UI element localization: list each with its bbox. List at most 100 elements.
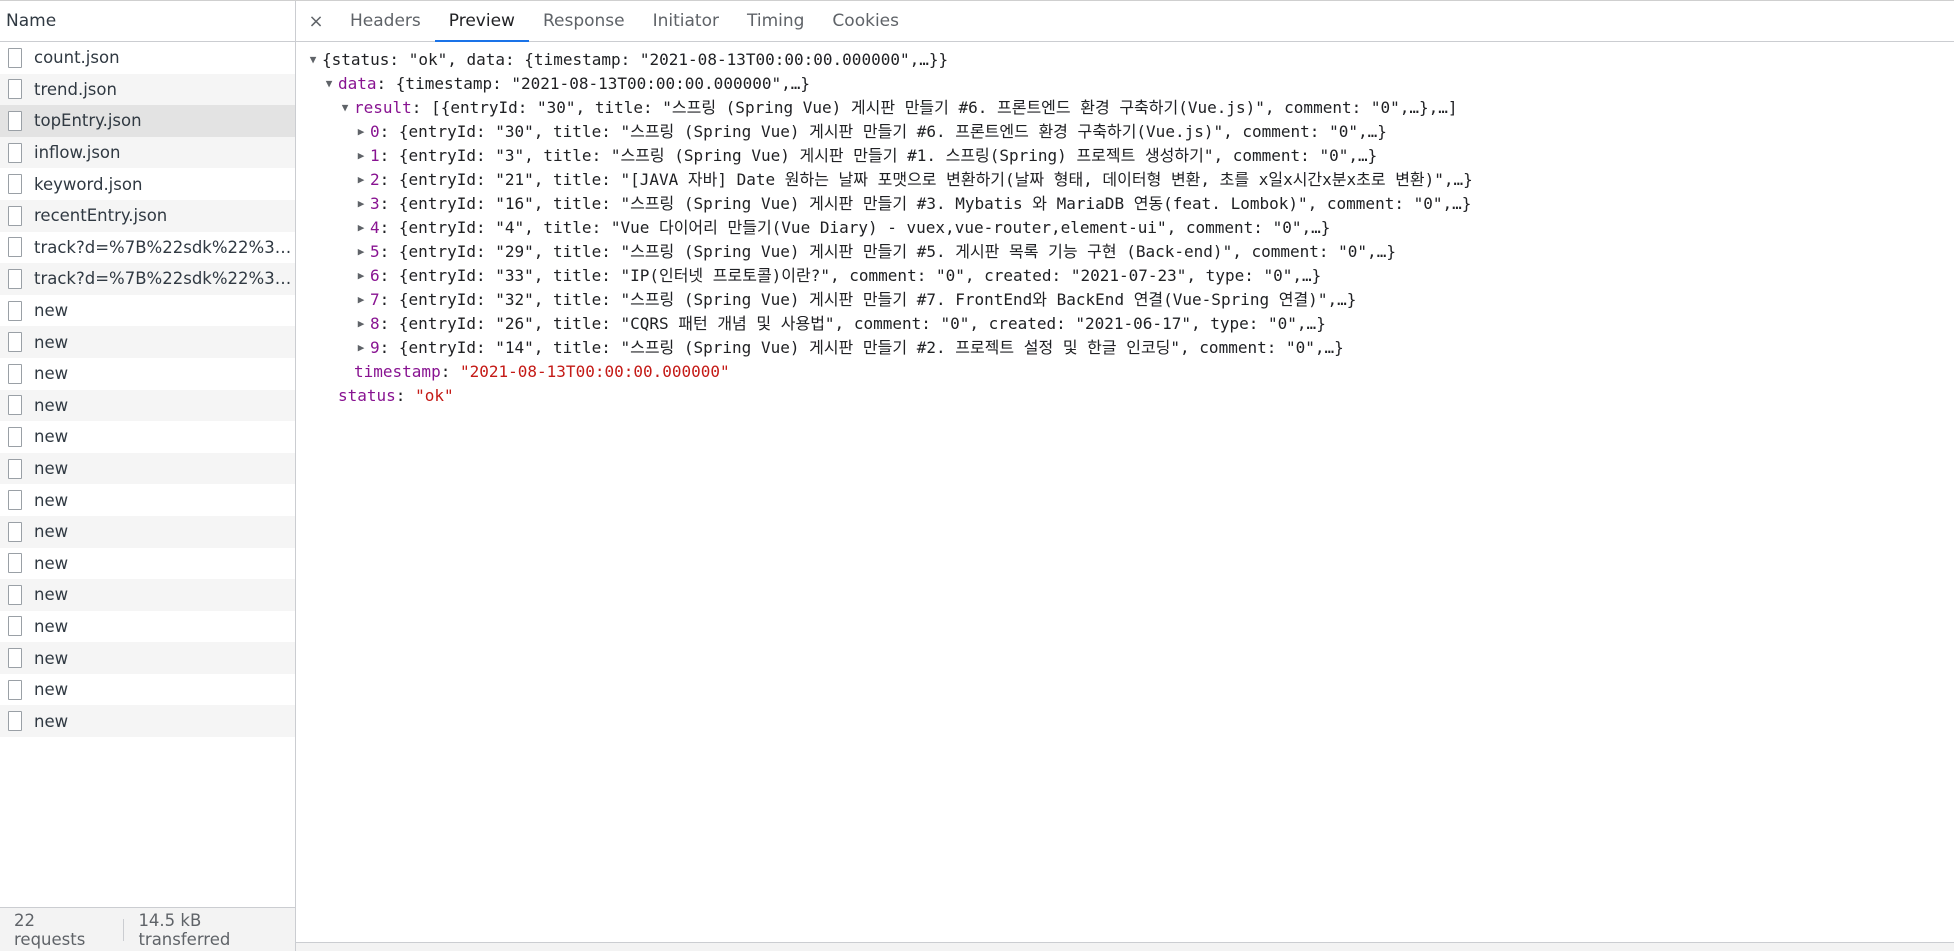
json-result-item[interactable]: ▶ 9: {entryId: "14", title: "스프링 (Spring … [296,336,1954,360]
document-icon [8,47,22,68]
tab-headers[interactable]: Headers [336,1,435,41]
json-key: status [338,386,396,405]
request-row[interactable]: count.json [0,42,295,74]
expanded-triangle-icon[interactable]: ▼ [338,96,352,120]
request-row[interactable]: new [0,326,295,358]
json-result-node[interactable]: ▼ result: [{entryId: "30", title: "스프링 (… [296,96,1954,120]
colon: : [379,122,399,141]
request-name: new [34,680,69,700]
request-row[interactable]: new [0,389,295,422]
json-result-item[interactable]: ▶ 5: {entryId: "29", title: "스프링 (Spring … [296,240,1954,264]
request-name: new [34,648,69,668]
json-result-item[interactable]: ▶ 3: {entryId: "16", title: "스프링 (Spring … [296,192,1954,216]
request-row[interactable]: new [0,484,295,516]
request-row[interactable]: new [0,579,295,611]
request-name: keyword.json [34,174,143,194]
json-result-item[interactable]: ▶ 1: {entryId: "3", title: "스프링 (Spring V… [296,144,1954,168]
json-key: result [354,98,412,117]
devtools-network-panel: Name count.json trend.json topEntry.json in… [0,0,1954,951]
request-details-panel: × Headers Preview Response Initiator Timing C… [296,1,1954,951]
json-preview: ▼ {status: "ok", data: {timestamp: "2021… [296,42,1954,951]
request-list-panel: Name count.json trend.json topEntry.json in… [0,1,296,951]
request-name: track?d=%7B%22sdk%22%3A... [34,269,292,289]
json-index: 1 [370,146,380,165]
tab-cookies[interactable]: Cookies [818,1,913,41]
document-icon [8,426,22,447]
json-root-node[interactable]: ▼ {status: "ok", data: {timestamp: "2021… [296,48,1954,72]
request-name: new [34,490,69,510]
request-name: count.json [34,48,120,68]
request-name: new [34,616,69,636]
tab-preview[interactable]: Preview [434,1,530,42]
json-key: timestamp [354,362,441,381]
tab-response[interactable]: Response [529,1,639,41]
json-item-summary: {entryId: "14", title: "스프링 (Spring Vue)… [398,338,1344,357]
collapsed-triangle-icon[interactable]: ▶ [354,240,368,264]
json-item-summary: {entryId: "32", title: "스프링 (Spring Vue)… [398,290,1357,309]
request-row[interactable]: new [0,295,295,327]
json-result-item[interactable]: ▶ 4: {entryId: "4", title: "Vue 다이어리 만들기(… [296,216,1954,240]
json-data-summary: {timestamp: "2021-08-13T00:00:00.000000"… [395,74,811,93]
request-row[interactable]: new [0,452,295,485]
expanded-triangle-icon[interactable]: ▼ [306,48,320,72]
request-name: new [34,522,69,542]
json-result-item[interactable]: ▶ 7: {entryId: "32", title: "스프링 (Spring … [296,288,1954,312]
collapsed-triangle-icon[interactable]: ▶ [354,264,368,288]
collapsed-triangle-icon[interactable]: ▶ [354,336,368,360]
collapsed-triangle-icon[interactable]: ▶ [354,192,368,216]
request-row[interactable]: trend.json [0,73,295,106]
request-row[interactable]: recentEntry.json [0,199,295,232]
request-row[interactable]: new [0,548,295,580]
json-index: 8 [370,314,380,333]
request-name: new [34,711,69,731]
json-key: data [338,74,377,93]
json-root-summary: {status: "ok", data: {timestamp: "2021-0… [322,50,949,69]
json-result-item[interactable]: ▶ 0: {entryId: "30", title: "스프링 (Spring … [296,120,1954,144]
json-data-node[interactable]: ▼ data: {timestamp: "2021-08-13T00:00:00… [296,72,1954,96]
request-row[interactable]: new [0,515,295,548]
json-timestamp-node: timestamp: "2021-08-13T00:00:00.000000" [296,360,1954,384]
collapsed-triangle-icon[interactable]: ▶ [354,144,368,168]
details-tab-bar: × Headers Preview Response Initiator Timing C… [296,1,1954,42]
request-row[interactable]: topEntry.json [0,105,295,137]
document-icon [8,110,22,131]
colon: : [379,170,399,189]
request-row[interactable]: new [0,642,295,674]
request-row[interactable]: new [0,705,295,738]
close-icon[interactable]: × [296,1,336,41]
document-icon [8,174,22,195]
tab-initiator[interactable]: Initiator [639,1,733,41]
document-icon [8,79,22,100]
json-index: 7 [370,290,380,309]
request-name: new [34,301,69,321]
request-row[interactable]: track?d=%7B%22sdk%22%3A... [0,232,295,264]
request-list: count.json trend.json topEntry.json inflow.… [0,42,295,951]
request-name: recentEntry.json [34,206,168,226]
json-result-item[interactable]: ▶ 8: {entryId: "26", title: "CQRS 패턴 개념 및… [296,312,1954,336]
colon: : [379,146,399,165]
request-row[interactable]: inflow.json [0,136,295,169]
request-name: topEntry.json [34,111,142,131]
tab-timing[interactable]: Timing [733,1,818,41]
collapsed-triangle-icon[interactable]: ▶ [354,288,368,312]
collapsed-triangle-icon[interactable]: ▶ [354,168,368,192]
request-name: new [34,427,69,447]
collapsed-triangle-icon[interactable]: ▶ [354,120,368,144]
collapsed-triangle-icon[interactable]: ▶ [354,312,368,336]
request-row[interactable]: keyword.json [0,168,295,200]
request-row[interactable]: new [0,421,295,453]
colon: : [379,194,399,213]
request-row[interactable]: track?d=%7B%22sdk%22%3A... [0,263,295,295]
name-column-header[interactable]: Name [0,1,295,42]
document-icon [8,458,22,479]
json-index: 5 [370,242,380,261]
request-row[interactable]: new [0,674,295,706]
document-icon [8,205,22,226]
json-result-item[interactable]: ▶ 6: {entryId: "33", title: "IP(인터넷 프로토콜)… [296,264,1954,288]
json-result-item[interactable]: ▶ 2: {entryId: "21", title: "[JAVA 자바] Da… [296,168,1954,192]
expanded-triangle-icon[interactable]: ▼ [322,72,336,96]
request-row[interactable]: new [0,358,295,390]
document-icon [8,584,22,605]
request-row[interactable]: new [0,611,295,643]
collapsed-triangle-icon[interactable]: ▶ [354,216,368,240]
